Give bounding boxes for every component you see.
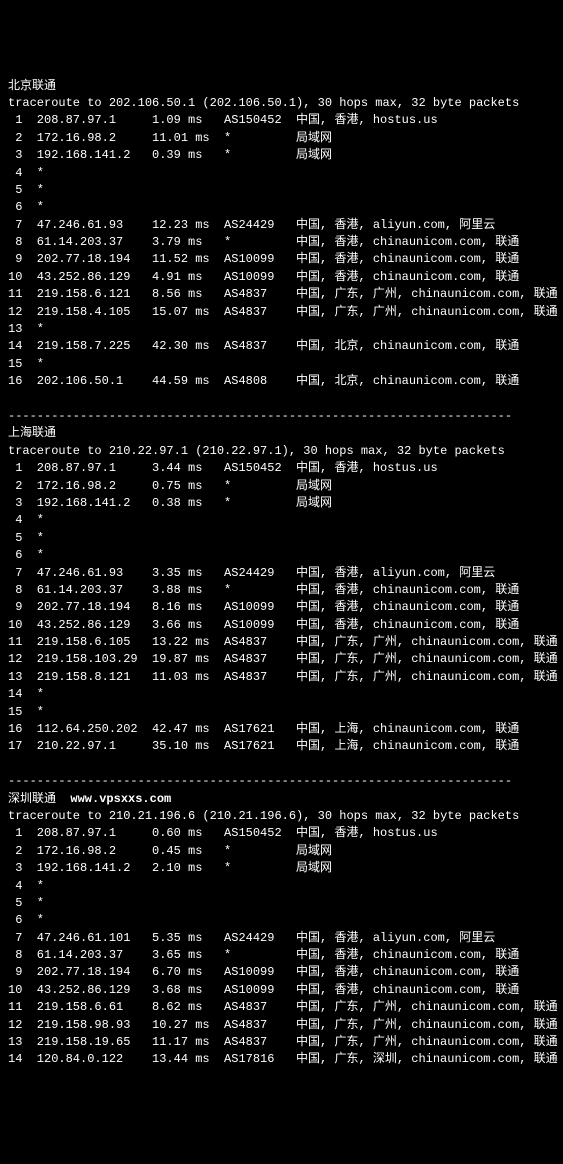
section-title: 深圳联通 www.vpsxxs.com bbox=[8, 792, 171, 806]
traceroute-header: traceroute to 202.106.50.1 (202.106.50.1… bbox=[8, 96, 519, 110]
hop-line: 8 61.14.203.37 3.88 ms * 中国, 香港, chinaun… bbox=[8, 583, 519, 597]
hop-line: 7 47.246.61.93 3.35 ms AS24429 中国, 香港, a… bbox=[8, 566, 495, 580]
hop-line: 11 219.158.6.121 8.56 ms AS4837 中国, 广东, … bbox=[8, 287, 558, 301]
hop-line: 1 208.87.97.1 1.09 ms AS150452 中国, 香港, h… bbox=[8, 113, 438, 127]
separator: ----------------------------------------… bbox=[8, 409, 512, 423]
separator: ----------------------------------------… bbox=[8, 774, 512, 788]
hop-line: 12 219.158.4.105 15.07 ms AS4837 中国, 广东,… bbox=[8, 305, 558, 319]
hop-line: 14 * bbox=[8, 687, 44, 701]
section-title: 北京联通 bbox=[8, 79, 56, 93]
hop-line: 16 202.106.50.1 44.59 ms AS4808 中国, 北京, … bbox=[8, 374, 519, 388]
hop-line: 14 219.158.7.225 42.30 ms AS4837 中国, 北京,… bbox=[8, 339, 519, 353]
hop-line: 1 208.87.97.1 3.44 ms AS150452 中国, 香港, h… bbox=[8, 461, 438, 475]
hop-line: 8 61.14.203.37 3.79 ms * 中国, 香港, chinaun… bbox=[8, 235, 519, 249]
hop-line: 16 112.64.250.202 42.47 ms AS17621 中国, 上… bbox=[8, 722, 519, 736]
traceroute-header: traceroute to 210.22.97.1 (210.22.97.1),… bbox=[8, 444, 505, 458]
hop-line: 4 * bbox=[8, 879, 44, 893]
hop-line: 3 192.168.141.2 0.39 ms * 局域网 bbox=[8, 148, 332, 162]
terminal-output: 北京联通 traceroute to 202.106.50.1 (202.106… bbox=[8, 78, 555, 1069]
hop-line: 3 192.168.141.2 0.38 ms * 局域网 bbox=[8, 496, 332, 510]
hop-line: 15 * bbox=[8, 357, 44, 371]
hop-line: 4 * bbox=[8, 513, 44, 527]
traceroute-header: traceroute to 210.21.196.6 (210.21.196.6… bbox=[8, 809, 519, 823]
hop-line: 2 172.16.98.2 0.45 ms * 局域网 bbox=[8, 844, 332, 858]
hop-line: 13 219.158.19.65 11.17 ms AS4837 中国, 广东,… bbox=[8, 1035, 558, 1049]
hop-line: 15 * bbox=[8, 705, 44, 719]
watermark: www.vpsxxs.com bbox=[70, 792, 171, 806]
hop-line: 7 47.246.61.101 5.35 ms AS24429 中国, 香港, … bbox=[8, 931, 495, 945]
hop-line: 9 202.77.18.194 6.70 ms AS10099 中国, 香港, … bbox=[8, 965, 519, 979]
hop-line: 12 219.158.103.29 19.87 ms AS4837 中国, 广东… bbox=[8, 652, 558, 666]
hop-line: 2 172.16.98.2 0.75 ms * 局域网 bbox=[8, 479, 332, 493]
hop-line: 11 219.158.6.105 13.22 ms AS4837 中国, 广东,… bbox=[8, 635, 558, 649]
hop-line: 11 219.158.6.61 8.62 ms AS4837 中国, 广东, 广… bbox=[8, 1000, 558, 1014]
hop-line: 17 210.22.97.1 35.10 ms AS17621 中国, 上海, … bbox=[8, 739, 519, 753]
hop-line: 1 208.87.97.1 0.60 ms AS150452 中国, 香港, h… bbox=[8, 826, 438, 840]
section-title: 上海联通 bbox=[8, 426, 56, 440]
hop-line: 13 * bbox=[8, 322, 44, 336]
hop-line: 12 219.158.98.93 10.27 ms AS4837 中国, 广东,… bbox=[8, 1018, 558, 1032]
hop-line: 10 43.252.86.129 3.68 ms AS10099 中国, 香港,… bbox=[8, 983, 519, 997]
hop-line: 5 * bbox=[8, 896, 44, 910]
hop-line: 13 219.158.8.121 11.03 ms AS4837 中国, 广东,… bbox=[8, 670, 558, 684]
hop-line: 2 172.16.98.2 11.01 ms * 局域网 bbox=[8, 131, 332, 145]
hop-line: 4 * bbox=[8, 166, 44, 180]
hop-line: 5 * bbox=[8, 183, 44, 197]
hop-line: 8 61.14.203.37 3.65 ms * 中国, 香港, chinaun… bbox=[8, 948, 519, 962]
hop-line: 7 47.246.61.93 12.23 ms AS24429 中国, 香港, … bbox=[8, 218, 495, 232]
hop-line: 6 * bbox=[8, 548, 44, 562]
hop-line: 9 202.77.18.194 8.16 ms AS10099 中国, 香港, … bbox=[8, 600, 519, 614]
hop-line: 9 202.77.18.194 11.52 ms AS10099 中国, 香港,… bbox=[8, 252, 519, 266]
hop-line: 6 * bbox=[8, 913, 44, 927]
hop-line: 3 192.168.141.2 2.10 ms * 局域网 bbox=[8, 861, 332, 875]
hop-line: 14 120.84.0.122 13.44 ms AS17816 中国, 广东,… bbox=[8, 1052, 558, 1066]
hop-line: 10 43.252.86.129 3.66 ms AS10099 中国, 香港,… bbox=[8, 618, 519, 632]
hop-line: 5 * bbox=[8, 531, 44, 545]
hop-line: 6 * bbox=[8, 200, 44, 214]
hop-line: 10 43.252.86.129 4.91 ms AS10099 中国, 香港,… bbox=[8, 270, 519, 284]
